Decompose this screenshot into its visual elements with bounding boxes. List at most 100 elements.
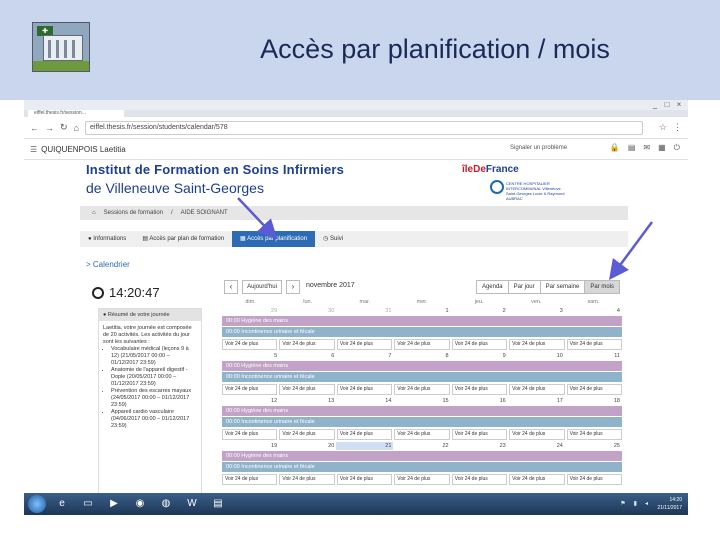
- home-icon[interactable]: ⌂: [92, 210, 96, 216]
- day-cell[interactable]: 22: [393, 442, 450, 450]
- tray-clock[interactable]: 14:20 21/11/2017: [657, 496, 682, 512]
- day-cell[interactable]: 14: [336, 397, 393, 405]
- event-hygiene[interactable]: 00:00 Hygiène des mains: [222, 406, 622, 416]
- reload-icon[interactable]: ↻: [60, 122, 68, 133]
- close-button[interactable]: ×: [674, 100, 684, 109]
- back-icon[interactable]: ←: [30, 123, 39, 133]
- network-icon[interactable]: ▮: [634, 500, 637, 507]
- star-icon[interactable]: ☆: [659, 122, 667, 133]
- ie-icon[interactable]: e: [52, 496, 72, 512]
- home-icon[interactable]: ⌂: [74, 123, 79, 133]
- more-link[interactable]: Voir 24 de plus: [279, 384, 335, 395]
- word-icon[interactable]: W: [182, 496, 202, 512]
- event-incontinence[interactable]: 00:00 Incontinence urinaire et fécale: [222, 327, 622, 337]
- breadcrumb-aide-soignant[interactable]: AIDE SOIGNANT: [181, 210, 228, 216]
- day-cell[interactable]: 2: [451, 307, 508, 315]
- event-hygiene[interactable]: 00:00 Hygiène des mains: [222, 451, 622, 461]
- forward-icon[interactable]: →: [45, 123, 54, 133]
- day-cell[interactable]: 3: [508, 307, 565, 315]
- next-month-button[interactable]: ›: [286, 280, 300, 294]
- browser-tab[interactable]: eiffel.thesis.fr/session...: [28, 110, 124, 117]
- day-cell[interactable]: 12: [222, 397, 279, 405]
- day-cell[interactable]: 24: [508, 442, 565, 450]
- today-button[interactable]: Aujourd'hui: [242, 280, 282, 294]
- minimize-button[interactable]: _: [650, 100, 660, 109]
- view-week-button[interactable]: Par semaine: [539, 280, 586, 294]
- more-link[interactable]: Voir 24 de plus: [222, 384, 278, 395]
- more-link[interactable]: Voir 24 de plus: [222, 429, 278, 440]
- day-cell[interactable]: 8: [393, 352, 450, 360]
- media-icon[interactable]: ▶: [104, 496, 124, 512]
- day-cell[interactable]: 20: [279, 442, 336, 450]
- day-cell[interactable]: 31: [336, 307, 393, 315]
- activity-item[interactable]: Anatomie de l'appareil digestif - Dople …: [111, 367, 197, 388]
- event-hygiene[interactable]: 00:00 Hygiène des mains: [222, 316, 622, 326]
- view-agenda-button[interactable]: Agenda: [475, 280, 509, 294]
- more-link[interactable]: Voir 24 de plus: [451, 474, 508, 485]
- more-link[interactable]: Voir 24 de plus: [566, 384, 622, 395]
- more-link[interactable]: Voir 24 de plus: [394, 339, 450, 350]
- more-link[interactable]: Voir 24 de plus: [279, 339, 335, 350]
- event-incontinence[interactable]: 00:00 Incontinence urinaire et fécale: [222, 417, 622, 427]
- more-link[interactable]: Voir 24 de plus: [451, 339, 508, 350]
- lock-icon[interactable]: 🔒: [610, 143, 620, 153]
- more-link[interactable]: Voir 24 de plus: [336, 384, 393, 395]
- menu-icon[interactable]: ⋮: [673, 122, 682, 133]
- more-link[interactable]: Voir 24 de plus: [451, 384, 508, 395]
- firefox-icon[interactable]: ◍: [156, 496, 176, 512]
- day-cell[interactable]: 9: [451, 352, 508, 360]
- day-cell[interactable]: 10: [508, 352, 565, 360]
- more-link[interactable]: Voir 24 de plus: [509, 339, 565, 350]
- day-cell[interactable]: 21: [336, 442, 394, 450]
- calendar-heading[interactable]: > Calendrier: [86, 260, 130, 269]
- day-cell[interactable]: 1: [393, 307, 450, 315]
- day-cell[interactable]: 15: [393, 397, 450, 405]
- view-day-button[interactable]: Par jour: [507, 280, 541, 294]
- tab-informations[interactable]: ● Informations: [80, 231, 134, 247]
- more-link[interactable]: Voir 24 de plus: [566, 339, 622, 350]
- more-link[interactable]: Voir 24 de plus: [509, 474, 565, 485]
- day-cell[interactable]: 29: [222, 307, 279, 315]
- mail-icon[interactable]: ✉: [643, 143, 650, 153]
- power-icon[interactable]: ⏻: [674, 143, 680, 153]
- more-link[interactable]: Voir 24 de plus: [509, 429, 565, 440]
- day-cell[interactable]: 18: [565, 397, 622, 405]
- volume-icon[interactable]: ◂: [645, 500, 648, 507]
- more-link[interactable]: Voir 24 de plus: [336, 339, 393, 350]
- day-cell[interactable]: 17: [508, 397, 565, 405]
- tab-suivi[interactable]: ◷ Suivi: [315, 231, 351, 247]
- more-link[interactable]: Voir 24 de plus: [279, 474, 335, 485]
- day-cell[interactable]: 6: [279, 352, 336, 360]
- flag-tray-icon[interactable]: ⚑: [620, 500, 625, 507]
- day-cell[interactable]: 5: [222, 352, 279, 360]
- event-incontinence[interactable]: 00:00 Incontinence urinaire et fécale: [222, 462, 622, 472]
- more-link[interactable]: Voir 24 de plus: [394, 474, 450, 485]
- tab-plan-formation[interactable]: ▤ Accès par plan de formation: [134, 231, 232, 247]
- more-link[interactable]: Voir 24 de plus: [566, 474, 622, 485]
- chrome-icon[interactable]: ◉: [130, 496, 150, 512]
- more-link[interactable]: Voir 24 de plus: [222, 339, 278, 350]
- report-problem-link[interactable]: Signaler un problème: [510, 145, 567, 151]
- more-link[interactable]: Voir 24 de plus: [451, 429, 508, 440]
- activity-item[interactable]: Vocabulaire médical (leçons 9 à 12) (21/…: [111, 346, 197, 367]
- more-link[interactable]: Voir 24 de plus: [279, 429, 335, 440]
- day-cell[interactable]: 11: [565, 352, 622, 360]
- prev-month-button[interactable]: ‹: [224, 280, 238, 294]
- more-link[interactable]: Voir 24 de plus: [336, 474, 393, 485]
- day-cell[interactable]: 19: [222, 442, 279, 450]
- view-month-button[interactable]: Par mois: [584, 280, 620, 294]
- day-cell[interactable]: 4: [565, 307, 622, 315]
- grid-icon[interactable]: ▦: [658, 143, 666, 153]
- day-cell[interactable]: 30: [279, 307, 336, 315]
- start-button[interactable]: [28, 495, 46, 513]
- more-link[interactable]: Voir 24 de plus: [566, 429, 622, 440]
- maximize-button[interactable]: □: [662, 100, 672, 109]
- tab-planification[interactable]: ▦ Accès par planification: [232, 231, 316, 247]
- more-link[interactable]: Voir 24 de plus: [509, 384, 565, 395]
- event-hygiene[interactable]: 00:00 Hygiène des mains: [222, 361, 622, 371]
- day-cell[interactable]: 13: [279, 397, 336, 405]
- more-link[interactable]: Voir 24 de plus: [394, 384, 450, 395]
- pdf-icon[interactable]: ▤: [208, 496, 228, 512]
- breadcrumb-sessions[interactable]: Sessions de formation: [104, 210, 163, 216]
- activity-item[interactable]: Appareil cardio vasculaire (04/06/2017 0…: [111, 409, 197, 430]
